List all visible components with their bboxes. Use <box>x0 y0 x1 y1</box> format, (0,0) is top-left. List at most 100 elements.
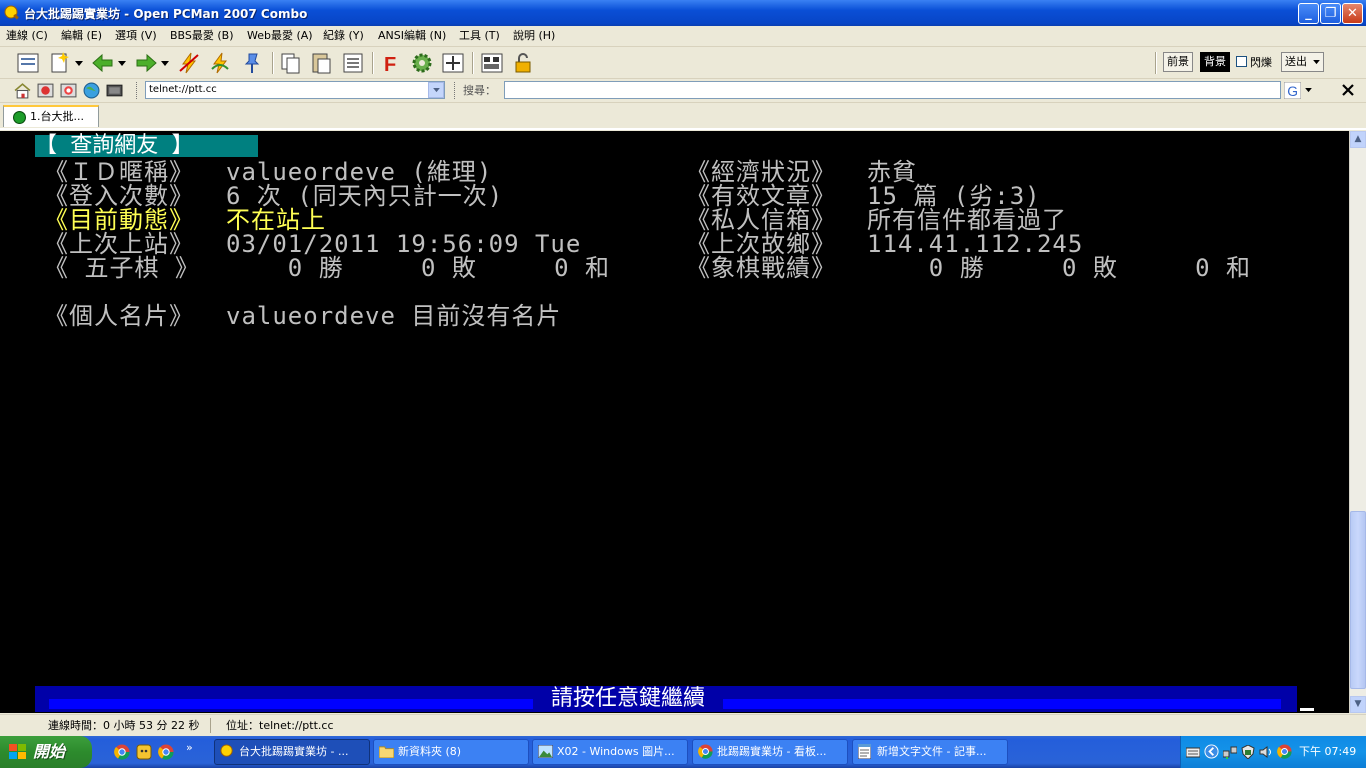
foreground-color-button[interactable]: 前景 <box>1163 52 1193 72</box>
chevron-down-icon[interactable] <box>118 61 126 67</box>
gomoku-label: 《 五子棋 》 <box>44 254 200 282</box>
task-label: X02 - Windows 圖片... <box>557 745 675 758</box>
send-button[interactable]: 送出 <box>1281 52 1324 72</box>
status-value: 不在站上 <box>226 206 326 234</box>
toolbar-separator <box>1155 52 1157 74</box>
gomoku-record: 0 勝 0 敗 0 和 <box>226 254 610 282</box>
task-chrome[interactable]: 批踢踢實業坊 - 看板... <box>692 739 848 765</box>
vertical-scrollbar[interactable]: ▲ ▼ <box>1349 131 1366 713</box>
status-address: 位址：telnet://ptt.cc <box>226 719 334 732</box>
globe-icon[interactable] <box>83 82 100 99</box>
task-pcman[interactable]: 台大批踢踢實業坊 - ... <box>214 739 370 765</box>
folder-icon <box>379 746 394 758</box>
new-connection-icon[interactable] <box>48 51 72 75</box>
terminal-icon[interactable] <box>106 82 123 99</box>
chrome-tray-icon[interactable] <box>1277 744 1292 759</box>
maximize-button[interactable]: ❐ <box>1320 3 1341 24</box>
keyboard-icon[interactable] <box>1186 745 1200 759</box>
status-bar: 連線時間：0 小時 53 分 22 秒 位址：telnet://ptt.cc <box>0 714 1366 737</box>
favorites-icon[interactable] <box>60 82 77 99</box>
chevron-down-icon[interactable] <box>75 61 83 67</box>
font-icon[interactable]: F <box>380 51 404 75</box>
chrome-quicklaunch-icon[interactable] <box>158 744 174 760</box>
tab-ptt[interactable]: 1.台大批... <box>3 105 99 127</box>
search-label: 搜尋： <box>463 84 496 97</box>
address-dropdown-button[interactable] <box>428 82 444 98</box>
task-folder[interactable]: 新資料夾 (8) <box>373 739 529 765</box>
google-search-icon[interactable]: G <box>1284 82 1301 99</box>
close-button[interactable]: ✕ <box>1342 3 1363 24</box>
scroll-thumb[interactable] <box>1350 511 1366 689</box>
send-label: 送出 <box>1285 55 1307 68</box>
toolbar-separator <box>472 52 474 74</box>
paste-icon[interactable] <box>310 51 334 75</box>
chevron-down-icon <box>1313 60 1320 65</box>
query-user-header: 【 查詢網友 】 <box>35 135 258 157</box>
task-label: 新資料夾 (8) <box>398 745 462 758</box>
press-any-key-bar: 請按任意鍵繼續 <box>35 686 1297 712</box>
bbs-list-icon[interactable] <box>37 82 54 99</box>
reconnect-icon[interactable] <box>208 51 232 75</box>
volume-icon[interactable] <box>1259 745 1273 759</box>
back-arrow-icon[interactable] <box>91 51 115 75</box>
settings-gear-icon[interactable] <box>410 51 434 75</box>
clock[interactable]: 下午 07:49 <box>1299 736 1356 768</box>
quicklaunch-more-icon[interactable]: » <box>186 741 193 754</box>
menu-help[interactable]: 說明 (H) <box>513 28 555 44</box>
tab-bar: 1.台大批... <box>0 103 1366 130</box>
security-shield-icon[interactable] <box>1241 745 1255 759</box>
status-divider <box>210 718 211 733</box>
economy-label: 《經濟狀況》 <box>686 158 836 186</box>
copy-icon[interactable] <box>279 51 303 75</box>
messenger-quicklaunch-icon[interactable] <box>136 744 152 760</box>
chrome-icon <box>698 744 713 759</box>
ansi-editor-icon[interactable] <box>480 51 504 75</box>
minimize-button[interactable]: _ <box>1298 3 1319 24</box>
task-picture-viewer[interactable]: X02 - Windows 圖片... <box>532 739 688 765</box>
background-color-button[interactable]: 背景 <box>1200 52 1230 72</box>
task-label: 台大批踢踢實業坊 - ... <box>239 745 349 758</box>
main-toolbar: F 前景 背景 閃爍 送出 <box>0 47 1366 79</box>
close-icon[interactable] <box>1341 83 1355 97</box>
address-input[interactable]: telnet://ptt.cc <box>145 81 445 99</box>
mailbox-label: 《私人信箱》 <box>686 206 836 234</box>
search-input[interactable] <box>504 81 1281 99</box>
card-label: 《個人名片》 <box>44 302 194 330</box>
mailbox-value: 所有信件都看過了 <box>867 206 1067 234</box>
start-button[interactable]: 開始 <box>0 736 92 768</box>
forward-arrow-icon[interactable] <box>134 51 158 75</box>
lock-icon[interactable] <box>511 51 535 75</box>
system-tray: 下午 07:49 <box>1180 736 1366 768</box>
blink-checkbox[interactable] <box>1236 56 1247 67</box>
copy-ansi-icon[interactable] <box>341 51 365 75</box>
menu-connect[interactable]: 連線 (C) <box>6 28 48 44</box>
menu-edit[interactable]: 編輯 (E) <box>61 28 102 44</box>
terminal-screen[interactable]: 【 查詢網友 】 《ＩＤ暱稱》 valueordeve (維理) 《經濟狀況》 … <box>0 131 1349 713</box>
scroll-up-button[interactable]: ▲ <box>1350 131 1366 148</box>
network-icon[interactable] <box>1223 745 1237 759</box>
menu-bbs-favorites[interactable]: BBS最愛 (B) <box>170 28 234 44</box>
chevron-down-icon[interactable] <box>161 61 169 67</box>
menu-web-favorites[interactable]: Web最愛 (A) <box>247 28 313 44</box>
chrome-quicklaunch-icon[interactable] <box>114 744 130 760</box>
chess-record: 0 勝 0 敗 0 和 <box>867 254 1251 282</box>
address-book-icon[interactable] <box>16 51 40 75</box>
menu-options[interactable]: 選項 (V) <box>115 28 157 44</box>
fullscreen-icon[interactable] <box>441 51 465 75</box>
logins-value: 6 次 (同天內只計一次) <box>226 182 504 210</box>
id-label: 《ＩＤ暱稱》 <box>44 158 194 186</box>
id-value: valueordeve (維理) <box>226 158 493 186</box>
chevron-down-icon[interactable] <box>1305 88 1312 93</box>
menu-bar: 連線 (C) 編輯 (E) 選項 (V) BBS最愛 (B) Web最愛 (A)… <box>0 26 1366 47</box>
menu-log[interactable]: 紀錄 (Y) <box>323 28 364 44</box>
last-login-label: 《上次上站》 <box>44 230 194 258</box>
task-notepad[interactable]: 新增文字文件 - 記事... <box>852 739 1008 765</box>
menu-ansi-edit[interactable]: ANSI編輯 (N) <box>378 28 446 44</box>
pin-icon[interactable] <box>240 51 264 75</box>
scroll-down-button[interactable]: ▼ <box>1350 696 1366 713</box>
tray-expand-icon[interactable] <box>1204 744 1219 759</box>
home-icon[interactable] <box>14 82 31 99</box>
disconnect-icon[interactable] <box>177 51 201 75</box>
menu-tools[interactable]: 工具 (T) <box>459 28 500 44</box>
pcman-app-icon <box>4 5 19 20</box>
